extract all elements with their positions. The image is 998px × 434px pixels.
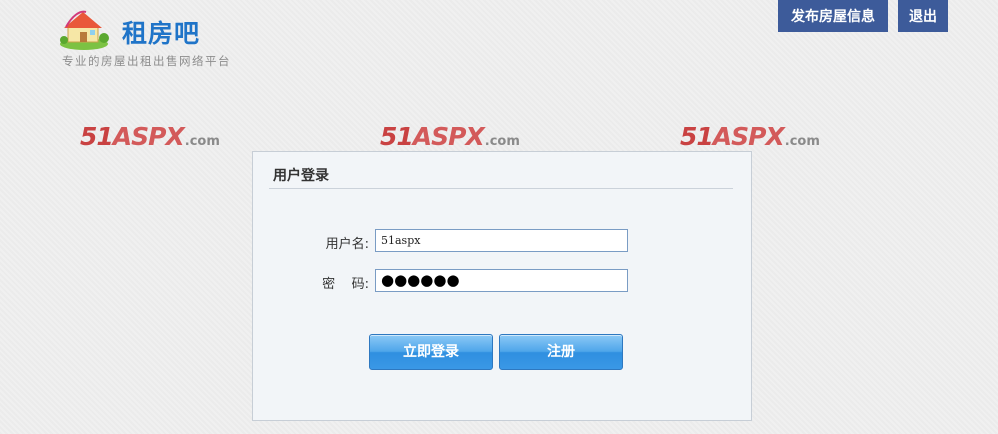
watermark-brand: ASPX <box>112 122 185 151</box>
house-logo-icon <box>60 10 109 50</box>
login-button[interactable]: 立即登录 <box>369 334 493 370</box>
watermark-domain: .com <box>784 134 820 149</box>
site-logo[interactable]: 租房吧 专业的房屋出租出售网络平台 <box>58 6 258 70</box>
username-label: 用户名: <box>325 237 369 252</box>
watermark-logo: 51ASPX.com <box>80 122 230 152</box>
logout-button[interactable]: 退出 <box>898 0 948 32</box>
watermark-number: 51 <box>380 122 414 151</box>
login-title: 用户登录 <box>273 168 329 184</box>
watermark-brand: ASPX <box>412 122 485 151</box>
watermark-brand: ASPX <box>712 122 785 151</box>
register-button[interactable]: 注册 <box>499 334 623 370</box>
username-input[interactable]: 51aspx <box>375 229 628 252</box>
login-panel: 用户登录 用户名: 51aspx 密 码: ●●●●●● 立即登录 注册 <box>252 151 752 421</box>
watermark-number: 51 <box>80 122 114 151</box>
title-divider <box>269 188 733 189</box>
watermark-logo: 51ASPX.com <box>680 122 830 152</box>
watermark-logo: 51ASPX.com <box>380 122 530 152</box>
publish-listing-button[interactable]: 发布房屋信息 <box>778 0 888 32</box>
watermark-domain: .com <box>484 134 520 149</box>
site-subtitle: 专业的房屋出租出售网络平台 <box>62 54 231 68</box>
watermark-domain: .com <box>184 134 220 149</box>
password-label: 密 码: <box>322 277 369 292</box>
password-input[interactable]: ●●●●●● <box>375 269 628 292</box>
site-title: 租房吧 <box>122 19 201 48</box>
watermark-number: 51 <box>680 122 714 151</box>
